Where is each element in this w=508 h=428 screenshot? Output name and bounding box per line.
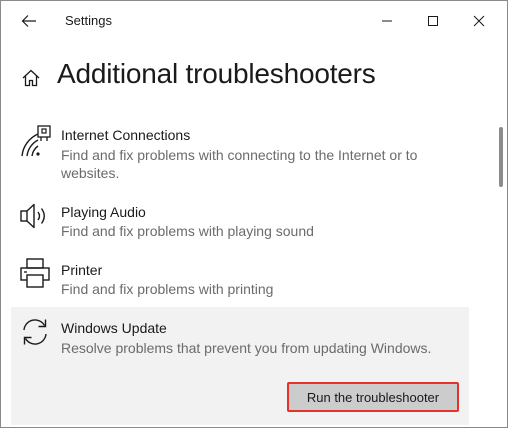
refresh-icon	[23, 319, 47, 345]
troubleshooter-internet-connections[interactable]: Internet Connections Find and fix proble…	[11, 117, 469, 191]
minimize-button[interactable]	[364, 1, 410, 41]
minimize-icon	[382, 20, 392, 22]
back-arrow-icon	[21, 15, 36, 27]
item-title: Printer	[61, 262, 103, 278]
maximize-button[interactable]	[410, 1, 456, 41]
back-button[interactable]	[13, 7, 45, 35]
home-button[interactable]	[21, 68, 41, 88]
item-description: Find and fix problems with connecting to…	[61, 147, 418, 181]
item-description: Resolve problems that prevent you from u…	[61, 340, 432, 356]
settings-window: Settings Additional troubleshooters Inte…	[0, 0, 508, 428]
home-icon	[22, 69, 40, 87]
troubleshooter-printer[interactable]: Printer Find and fix problems with print…	[11, 253, 469, 305]
page-title: Additional troubleshooters	[57, 58, 376, 89]
item-title: Playing Audio	[61, 204, 146, 220]
item-description: Find and fix problems with playing sound	[61, 223, 314, 239]
app-title: Settings	[65, 13, 112, 28]
title-bar: Settings	[1, 1, 507, 41]
maximize-icon	[428, 16, 438, 26]
close-button[interactable]	[456, 1, 502, 41]
speaker-icon	[20, 203, 45, 229]
run-troubleshooter-button[interactable]: Run the troubleshooter	[287, 382, 459, 412]
printer-icon	[20, 258, 50, 288]
item-description: Find and fix problems with printing	[61, 281, 274, 297]
item-title: Windows Update	[61, 320, 167, 336]
item-title: Internet Connections	[61, 127, 191, 143]
troubleshooter-playing-audio[interactable]: Playing Audio Find and fix problems with…	[11, 195, 469, 247]
wifi-signal-icon	[21, 125, 51, 157]
page-header: Additional troubleshooters	[1, 57, 481, 101]
scrollbar-thumb[interactable]	[499, 127, 503, 187]
close-icon	[473, 15, 485, 27]
